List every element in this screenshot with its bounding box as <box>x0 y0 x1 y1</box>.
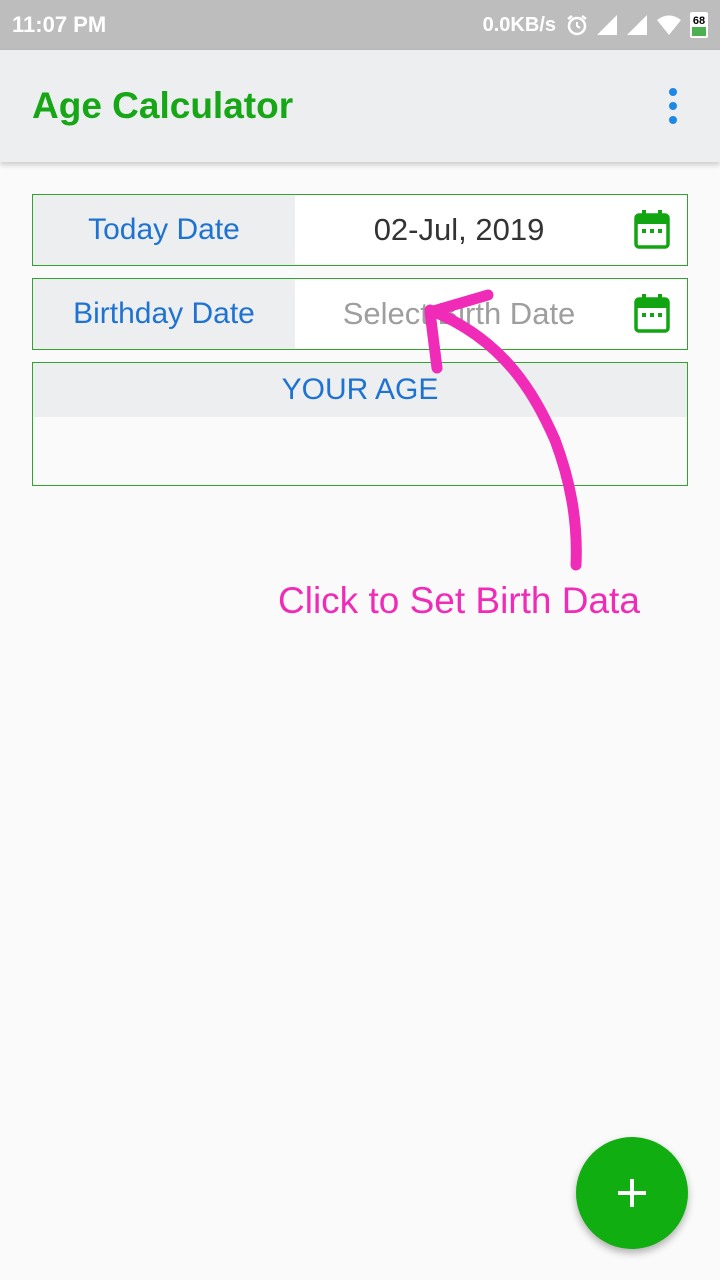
age-value <box>33 417 687 485</box>
status-icons: 0.0KB/s 68 <box>483 12 708 38</box>
app-bar: Age Calculator <box>0 50 720 162</box>
network-speed: 0.0KB/s <box>482 13 556 36</box>
birthday-date-row: Birthday Date Select Birth Date <box>32 278 688 350</box>
age-header: YOUR AGE <box>33 363 687 417</box>
status-time: 11:07 PM <box>12 12 107 37</box>
signal-icon <box>626 14 648 36</box>
battery-icon: 68 <box>690 12 708 38</box>
annotation-arrow <box>424 289 582 571</box>
add-button[interactable] <box>576 1137 688 1249</box>
status-bar: 11:07 PM 0.0KB/s 68 <box>0 0 720 50</box>
today-date-label: Today Date <box>33 195 295 265</box>
plus-icon <box>618 1179 646 1207</box>
calendar-icon[interactable] <box>633 294 671 334</box>
today-date-row: Today Date 02-Jul, 2019 <box>32 194 688 266</box>
birthday-date-field[interactable]: Select Birth Date <box>295 279 687 349</box>
calendar-icon[interactable] <box>633 210 671 250</box>
app-title: Age Calculator <box>32 85 294 126</box>
today-date-value: 02-Jul, 2019 <box>373 212 545 247</box>
age-result-box: YOUR AGE <box>32 362 688 486</box>
signal-icon <box>596 14 618 36</box>
wifi-icon <box>656 14 682 36</box>
birthday-date-label: Birthday Date <box>33 279 295 349</box>
overflow-menu-icon[interactable] <box>658 81 688 131</box>
alarm-icon <box>566 14 588 36</box>
annotation-text: Click to Set Birth Data <box>278 580 640 621</box>
